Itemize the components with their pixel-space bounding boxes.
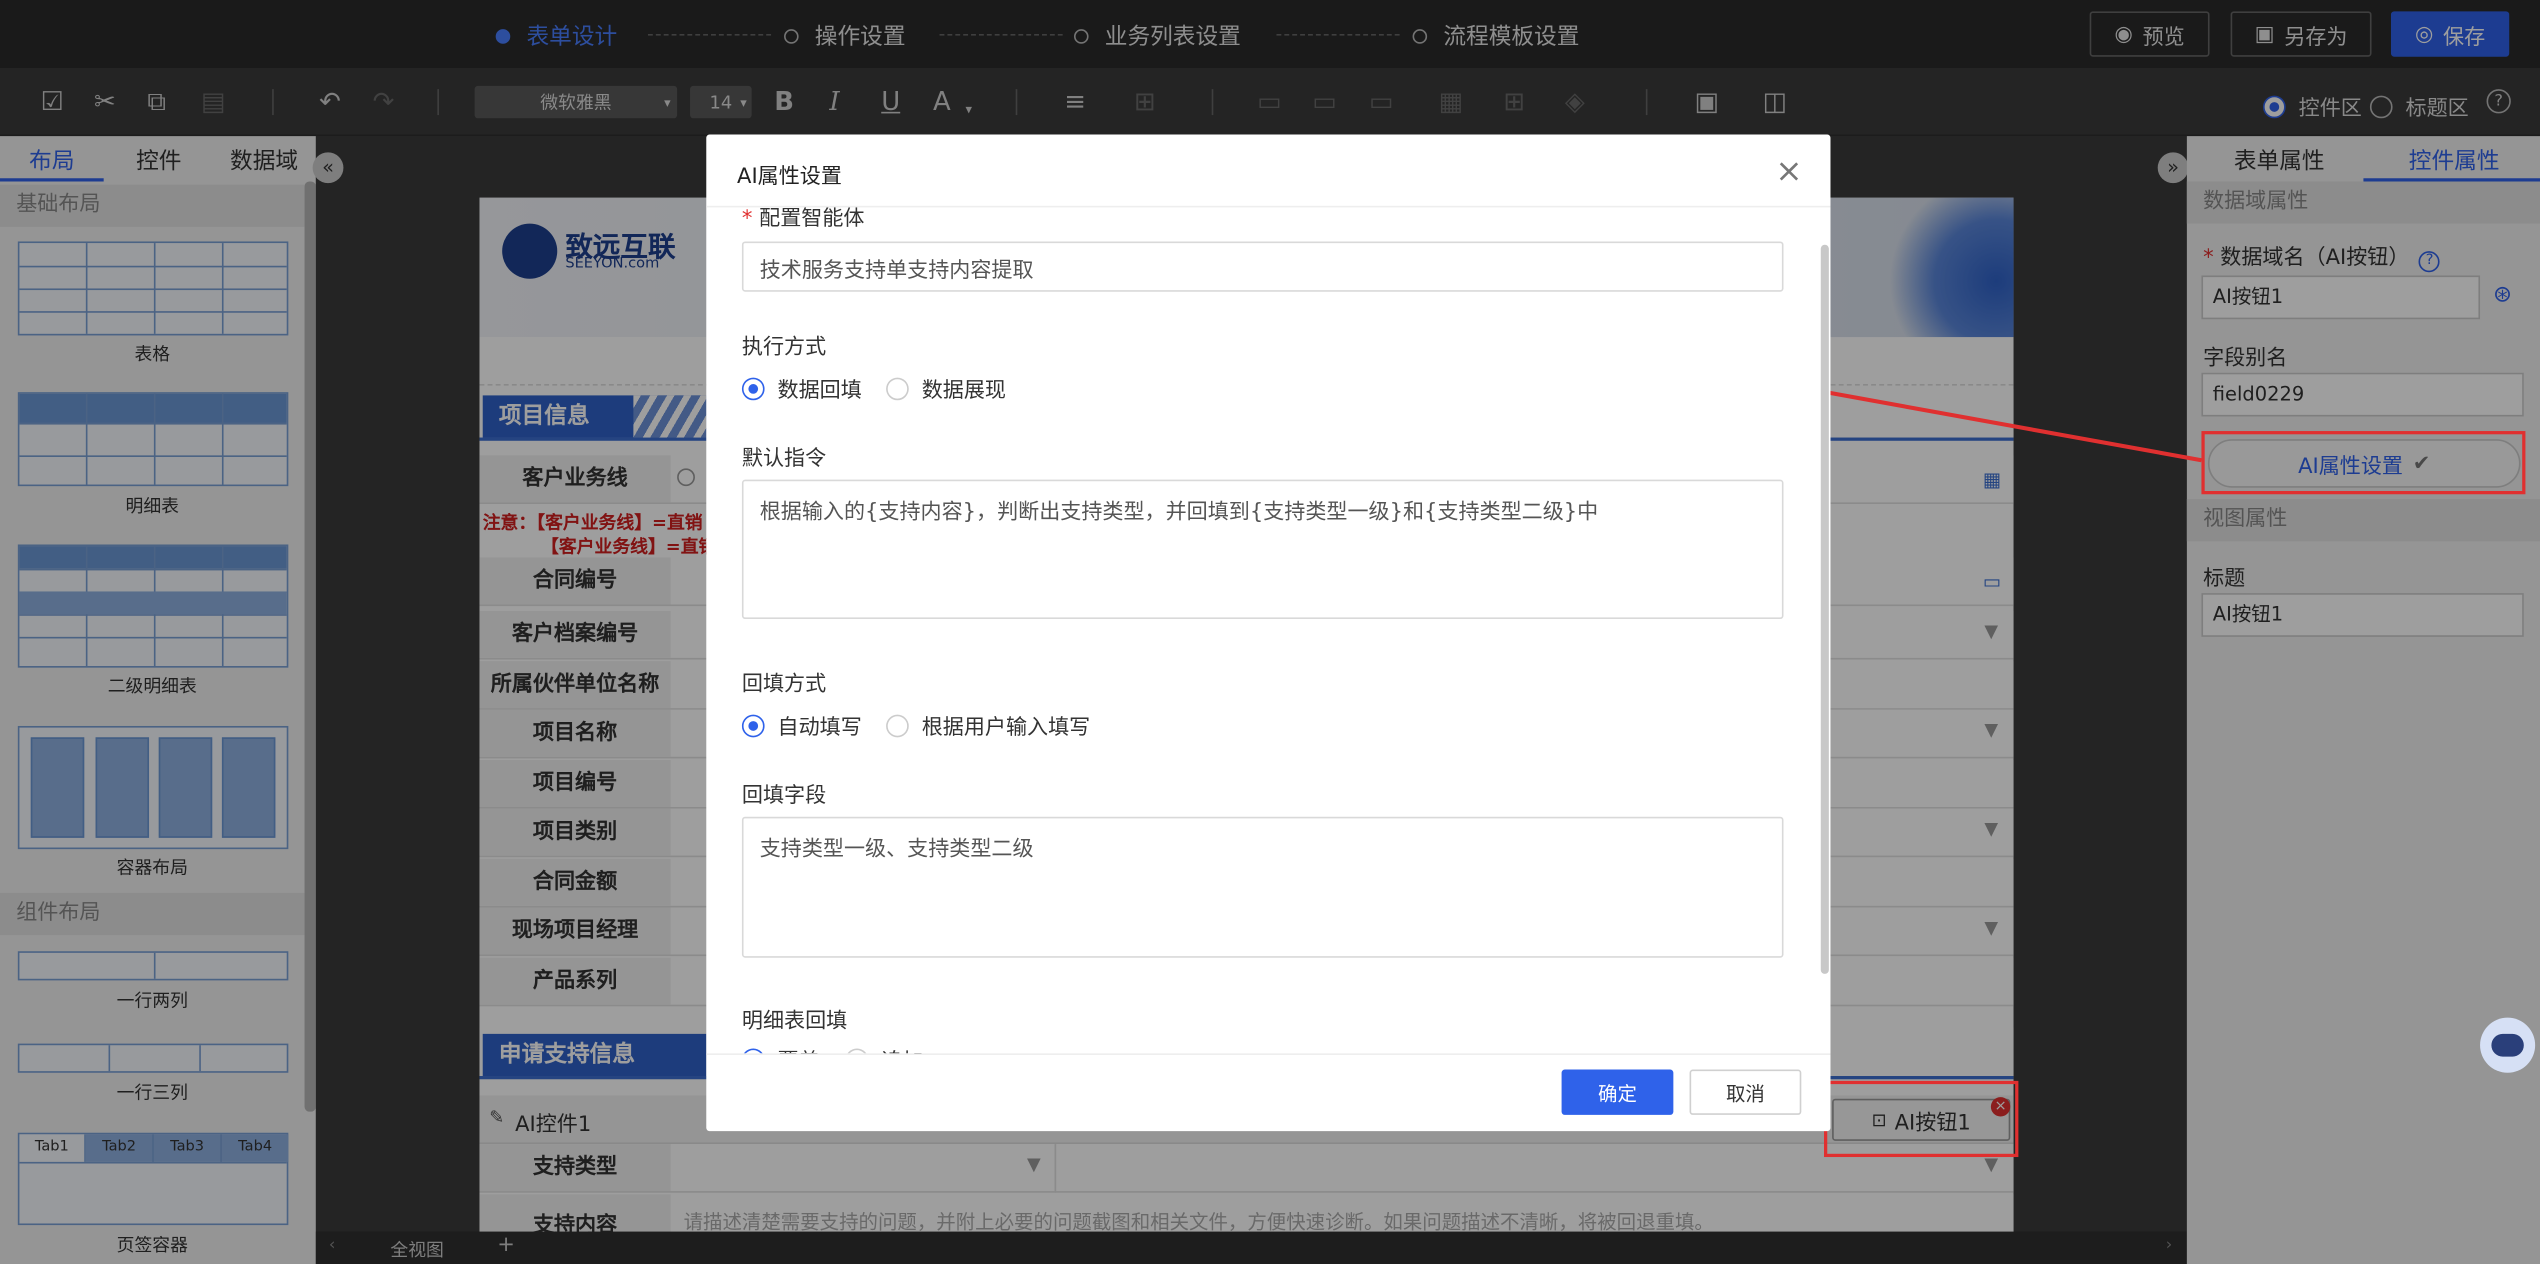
exec-option-backfill[interactable]: 数据回填 [741, 373, 862, 404]
detail-option-label: 覆盖 [778, 1044, 820, 1053]
fill-option-label: 自动填写 [777, 716, 862, 741]
modal-body[interactable]: * 配置智能体 技术服务支持单支持内容提取 执行方式 数据回填 数据展现 默认指… [706, 207, 1830, 1054]
detail-option-label: 追加 [881, 1044, 923, 1053]
fill-mode-label: 回填方式 [741, 672, 827, 697]
modal-title: AI属性设置 [737, 165, 842, 190]
ai-properties-modal: AI属性设置 × * 配置智能体 技术服务支持单支持内容提取 执行方式 数据回填… [706, 134, 1831, 1132]
detail-option-append[interactable]: 追加 [845, 1044, 923, 1054]
radio-icon [886, 376, 909, 400]
default-prompt-textarea[interactable]: 根据输入的{支持内容}，判断出支持类型，并回填到{支持类型一级}和{支持类型二级… [741, 479, 1784, 620]
exec-option-label: 数据展现 [921, 379, 1006, 404]
exec-option-label: 数据回填 [777, 379, 862, 404]
detail-option-overwrite[interactable]: 覆盖 [741, 1044, 820, 1054]
fill-field-textarea[interactable]: 支持类型一级、支持类型二级 [741, 816, 1784, 958]
fill-field-label: 回填字段 [741, 784, 827, 809]
radio-icon [741, 713, 765, 737]
fill-option-auto[interactable]: 自动填写 [741, 710, 862, 741]
detail-fill-label: 明细表回填 [741, 1009, 848, 1034]
radio-icon [886, 713, 909, 737]
agent-label: 配置智能体 [759, 207, 865, 232]
default-prompt-label: 默认指令 [741, 447, 827, 472]
agent-input[interactable]: 技术服务支持单支持内容提取 [741, 241, 1784, 292]
modal-scrollbar[interactable] [1820, 244, 1829, 974]
radio-icon [741, 376, 765, 400]
fill-option-user-input[interactable]: 根据用户输入填写 [886, 710, 1090, 741]
close-icon[interactable]: × [1775, 151, 1802, 190]
assistant-bot-icon[interactable] [2480, 1017, 2536, 1073]
cancel-button[interactable]: 取消 [1689, 1069, 1802, 1115]
exec-option-display[interactable]: 数据展现 [886, 373, 1006, 404]
confirm-button[interactable]: 确定 [1561, 1069, 1674, 1115]
fill-option-label: 根据用户输入填写 [921, 716, 1091, 741]
exec-mode-label: 执行方式 [741, 335, 827, 360]
